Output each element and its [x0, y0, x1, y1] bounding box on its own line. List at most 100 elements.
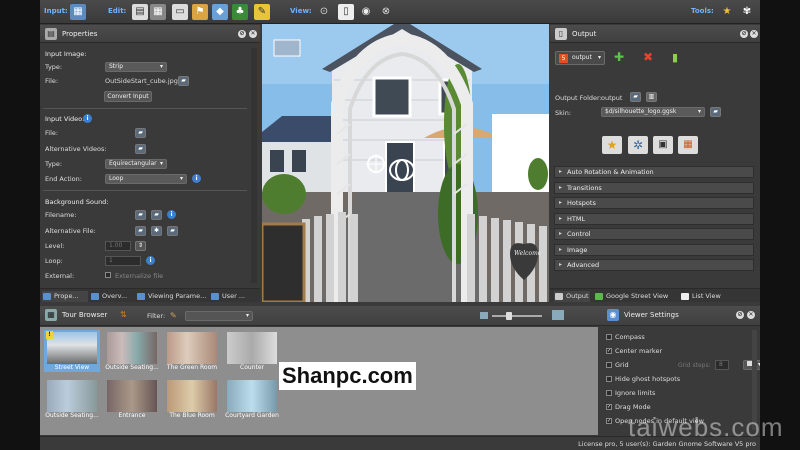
close-viewer-settings-button[interactable]: ✕ [747, 311, 755, 319]
thumbnail-caption: The Blue Room [169, 412, 215, 419]
tab-viewing-parameters[interactable]: Viewing Parame... [136, 291, 208, 302]
level-slider-button[interactable]: ⇕ [135, 241, 146, 251]
video-type-select[interactable]: Equirectangular [105, 159, 167, 169]
welcome-sign-text: Welcome [514, 250, 542, 257]
skin-browse-button[interactable]: ▰ [710, 107, 721, 117]
binoculars-icon[interactable]: ⊙ [316, 4, 332, 20]
thumbnail-outside-seating-2[interactable]: Outside Seating... [44, 378, 100, 420]
large-thumbs-icon[interactable] [552, 310, 564, 320]
thumbnail-counter[interactable]: Counter [224, 330, 280, 372]
grid-checkbox[interactable] [606, 362, 612, 368]
browse-video-button[interactable]: ▰ [135, 128, 146, 138]
close-output-button[interactable]: ✕ [750, 30, 758, 38]
document-icon[interactable]: ▯ [338, 4, 354, 20]
thumbnail-outside-seating-1[interactable]: Outside Seating... [104, 330, 160, 372]
level-input[interactable]: 1.00 [105, 241, 131, 251]
center-marker-checkbox[interactable]: ✓ [606, 348, 612, 354]
float-output-button[interactable]: ⊘ [740, 30, 748, 38]
tab-google-street-view[interactable]: Google Street View [594, 291, 676, 302]
thumbnail-street-view[interactable]: ! Street View [44, 330, 100, 372]
add-output-icon[interactable]: ✚ [614, 50, 624, 64]
zoom-slider-handle[interactable] [506, 312, 512, 320]
small-thumbs-icon[interactable] [480, 312, 488, 319]
thumbnail-entrance[interactable]: Entrance [104, 378, 160, 420]
grid-steps-input[interactable]: 8 [715, 360, 729, 370]
tab-overview[interactable]: Overv... [90, 291, 134, 302]
output-folder-delete-button[interactable]: ▥ [646, 92, 657, 102]
filename-label: Filename: [45, 211, 77, 219]
delete-output-icon[interactable]: ✖ [643, 50, 653, 64]
float-button[interactable]: ⊘ [238, 30, 246, 38]
gear-icon[interactable]: ✲ [628, 136, 648, 154]
close-properties-button[interactable]: ✕ [249, 30, 257, 38]
browse-alt-videos-button[interactable]: ▰ [135, 144, 146, 154]
grid-icon[interactable]: ▦ [150, 4, 166, 20]
drag-mode-checkbox[interactable]: ✓ [606, 404, 612, 410]
section-hotspots[interactable]: Hotspots [554, 197, 754, 209]
preview-monitor-icon[interactable]: ▣ [653, 136, 673, 154]
filter-tag-icon[interactable]: ✎ [170, 311, 177, 320]
package-icon[interactable]: ▦ [678, 136, 698, 154]
end-action-info-icon[interactable]: i [192, 174, 201, 183]
filename-browse-button[interactable]: ▰ [135, 210, 146, 220]
new-output-icon[interactable]: ▮ [672, 51, 678, 64]
alt-file-folder-button[interactable]: ▰ [167, 226, 178, 236]
output-format-select[interactable]: 5 output [555, 51, 605, 65]
section-html[interactable]: HTML [554, 213, 754, 225]
section-transitions[interactable]: Transitions [554, 182, 754, 194]
info-icon[interactable]: i [83, 114, 92, 123]
panorama-viewer[interactable]: Welcome [262, 24, 549, 302]
tab-list-view[interactable]: List View [680, 291, 730, 302]
section-auto-rotation[interactable]: Auto Rotation & Animation [554, 166, 754, 178]
ignore-limits-checkbox[interactable] [606, 390, 612, 396]
type-select[interactable]: Strip [105, 62, 167, 72]
sort-icon[interactable]: ⇅ [120, 310, 127, 319]
externalize-checkbox[interactable] [105, 272, 111, 278]
loop-info-icon[interactable]: i [146, 256, 155, 265]
section-advanced[interactable]: Advanced [554, 259, 754, 271]
thumbnail-caption: Courtyard Garden [225, 412, 279, 419]
section-control[interactable]: Control [554, 228, 754, 240]
keyboard-icon[interactable]: ▭ [172, 4, 188, 20]
output-folder-browse-button[interactable]: ▰ [630, 92, 641, 102]
properties-scrollbar[interactable] [251, 48, 257, 283]
compass-checkbox[interactable] [606, 334, 612, 340]
web-icon[interactable]: ⊗ [378, 4, 394, 20]
map-icon[interactable]: ✎ [254, 4, 270, 20]
float-viewer-settings-button[interactable]: ⊘ [736, 311, 744, 319]
globe-icon[interactable]: ◉ [358, 4, 374, 20]
section-image[interactable]: Image [554, 244, 754, 256]
cube-icon[interactable]: ◆ [212, 4, 228, 20]
loop-input[interactable]: 1 [105, 256, 141, 266]
tab-properties[interactable]: Prope... [42, 291, 88, 302]
tree-icon[interactable]: ♣ [232, 4, 248, 20]
filename-info-icon[interactable]: i [167, 210, 176, 219]
open-nodes-default-view-checkbox[interactable]: ✓ [606, 418, 612, 424]
viewer-settings-title: Viewer Settings [624, 311, 679, 319]
skin-editor-icon[interactable]: ★ [602, 136, 622, 154]
input-image-icon[interactable]: ▦ [70, 4, 86, 20]
skin-select[interactable]: $d/silhouette_logo.ggsk [601, 107, 705, 117]
browse-file-button[interactable]: ▰ [178, 76, 189, 86]
alt-file-settings-button[interactable]: ✱ [151, 226, 162, 236]
thumbnail-blue-room[interactable]: The Blue Room [164, 378, 220, 420]
alt-file-browse-button[interactable]: ▰ [135, 226, 146, 236]
type-label: Type: [45, 63, 63, 71]
filter-select[interactable] [185, 311, 253, 321]
convert-input-button[interactable]: Convert Input [104, 91, 152, 102]
tour-browser-icon: ▦ [45, 309, 57, 321]
tab-output[interactable]: Output [554, 291, 590, 302]
thumbnail-green-room[interactable]: The Green Room [164, 330, 220, 372]
thumbnail-courtyard-garden[interactable]: Courtyard Garden [224, 378, 280, 420]
street-view-tab-icon [595, 293, 603, 300]
hide-ghost-hotspots-checkbox[interactable] [606, 376, 612, 382]
tab-user-data[interactable]: User ... [210, 291, 258, 302]
star-tool-icon[interactable]: ★ [719, 4, 735, 20]
filmstrip-icon[interactable]: ▤ [132, 4, 148, 20]
tour-map-icon[interactable]: ⚑ [192, 4, 208, 20]
tab-label: Viewing Parame... [148, 292, 207, 300]
filename-browse2-button[interactable]: ▰ [151, 210, 162, 220]
end-action-select[interactable]: Loop [105, 174, 187, 184]
gnome-logo-icon[interactable]: ✾ [739, 4, 755, 20]
zoom-slider[interactable] [492, 315, 542, 317]
